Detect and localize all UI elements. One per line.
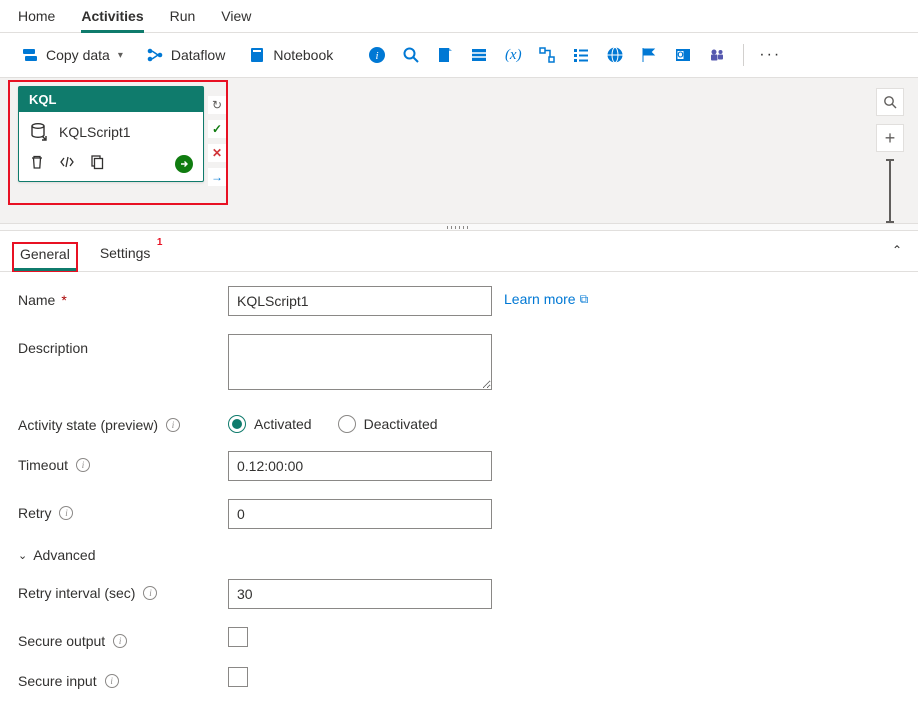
notebook-icon <box>247 45 267 65</box>
secure-input-checkbox[interactable] <box>228 667 248 687</box>
dataflow-icon <box>145 45 165 65</box>
name-input[interactable] <box>228 286 492 316</box>
properties-panel: General Settings 1 ⌃ Name * Learn more ⧉… <box>0 231 918 721</box>
deactivated-label: Deactivated <box>364 416 438 432</box>
canvas-search-icon[interactable] <box>876 88 904 116</box>
secure-input-label: Secure input <box>18 673 97 689</box>
deactivated-radio[interactable]: Deactivated <box>338 415 438 433</box>
info-icon[interactable]: i <box>113 634 127 648</box>
info-icon[interactable]: i <box>143 586 157 600</box>
list-icon[interactable] <box>567 41 595 69</box>
svg-text:O: O <box>678 51 684 60</box>
retry-status-icon[interactable]: ↻ <box>208 96 226 114</box>
info-icon[interactable]: i <box>76 458 90 472</box>
pipeline-icon[interactable] <box>533 41 561 69</box>
top-nav: Home Activities Run View <box>0 0 918 33</box>
notebook-button[interactable]: Notebook <box>239 41 341 69</box>
tab-settings-label: Settings <box>100 245 151 261</box>
info-icon[interactable]: i <box>59 506 73 520</box>
secure-output-checkbox[interactable] <box>228 627 248 647</box>
external-link-icon: ⧉ <box>580 292 589 307</box>
required-indicator: * <box>61 292 66 308</box>
tab-general[interactable]: General <box>12 242 78 272</box>
settings-badge: 1 <box>157 237 163 248</box>
timeout-label: Timeout <box>18 457 68 473</box>
status-strip: ↻ ✓ ✕ → <box>208 96 226 186</box>
toolbar-separator <box>743 44 744 66</box>
code-icon[interactable] <box>59 154 75 173</box>
globe-icon[interactable] <box>601 41 629 69</box>
retry-interval-label: Retry interval (sec) <box>18 585 135 601</box>
nav-activities[interactable]: Activities <box>81 8 143 32</box>
activity-header: KQL <box>19 87 203 112</box>
activated-label: Activated <box>254 416 312 432</box>
info-icon[interactable]: i <box>363 41 391 69</box>
next-status-icon[interactable]: → <box>208 168 226 186</box>
description-input[interactable] <box>228 334 492 390</box>
variable-icon[interactable]: (x) <box>499 41 527 69</box>
tab-settings[interactable]: Settings 1 <box>96 241 155 271</box>
dataflow-label: Dataflow <box>171 47 225 63</box>
info-icon[interactable]: i <box>105 674 119 688</box>
resize-handle[interactable] <box>0 223 918 231</box>
props-tablist: General Settings 1 ⌃ <box>0 231 918 272</box>
dataflow-button[interactable]: Dataflow <box>137 41 233 69</box>
name-label: Name <box>18 292 55 308</box>
secure-output-label: Secure output <box>18 633 105 649</box>
outlook-icon[interactable]: O <box>669 41 697 69</box>
svg-text:i: i <box>376 50 379 62</box>
retry-input[interactable] <box>228 499 492 529</box>
run-icon[interactable] <box>175 155 193 173</box>
copy-data-button[interactable]: Copy data ▾ <box>12 41 131 69</box>
success-status-icon[interactable]: ✓ <box>208 120 226 138</box>
activity-card[interactable]: KQL KQLScript1 <box>18 86 204 182</box>
notebook-label: Notebook <box>273 47 333 63</box>
activity-name: KQLScript1 <box>59 124 131 140</box>
flag-icon[interactable] <box>635 41 663 69</box>
search-icon[interactable] <box>397 41 425 69</box>
database-icon <box>29 122 49 142</box>
toolbar: Copy data ▾ Dataflow Notebook i (x) <box>0 33 918 78</box>
advanced-label: Advanced <box>33 547 95 563</box>
description-label: Description <box>18 340 88 356</box>
teams-icon[interactable] <box>703 41 731 69</box>
canvas-scroll-indicator <box>889 160 891 222</box>
nav-home[interactable]: Home <box>18 8 55 32</box>
nav-run[interactable]: Run <box>170 8 196 32</box>
chevron-down-icon: ⌄ <box>18 549 27 562</box>
activity-state-label: Activity state (preview) <box>18 417 158 433</box>
activated-radio[interactable]: Activated <box>228 415 312 433</box>
canvas-add-icon[interactable]: + <box>876 124 904 152</box>
error-status-icon[interactable]: ✕ <box>208 144 226 162</box>
script-icon[interactable] <box>431 41 459 69</box>
retry-interval-input[interactable] <box>228 579 492 609</box>
copy-data-label: Copy data <box>46 47 110 63</box>
nav-view[interactable]: View <box>221 8 251 32</box>
canvas[interactable]: KQL KQLScript1 <box>0 78 918 223</box>
delete-icon[interactable] <box>29 154 45 173</box>
chevron-down-icon: ▾ <box>118 50 123 61</box>
retry-label: Retry <box>18 505 51 521</box>
table-icon[interactable] <box>465 41 493 69</box>
advanced-toggle[interactable]: ⌄ Advanced <box>18 547 900 563</box>
collapse-panel-icon[interactable]: ⌃ <box>892 243 902 257</box>
copy-icon[interactable] <box>89 154 105 173</box>
copy-data-icon <box>20 45 40 65</box>
learn-more-link[interactable]: Learn more ⧉ <box>504 286 588 307</box>
timeout-input[interactable] <box>228 451 492 481</box>
learn-more-label: Learn more <box>504 291 576 307</box>
more-button[interactable]: ··· <box>756 41 784 69</box>
info-icon[interactable]: i <box>166 418 180 432</box>
